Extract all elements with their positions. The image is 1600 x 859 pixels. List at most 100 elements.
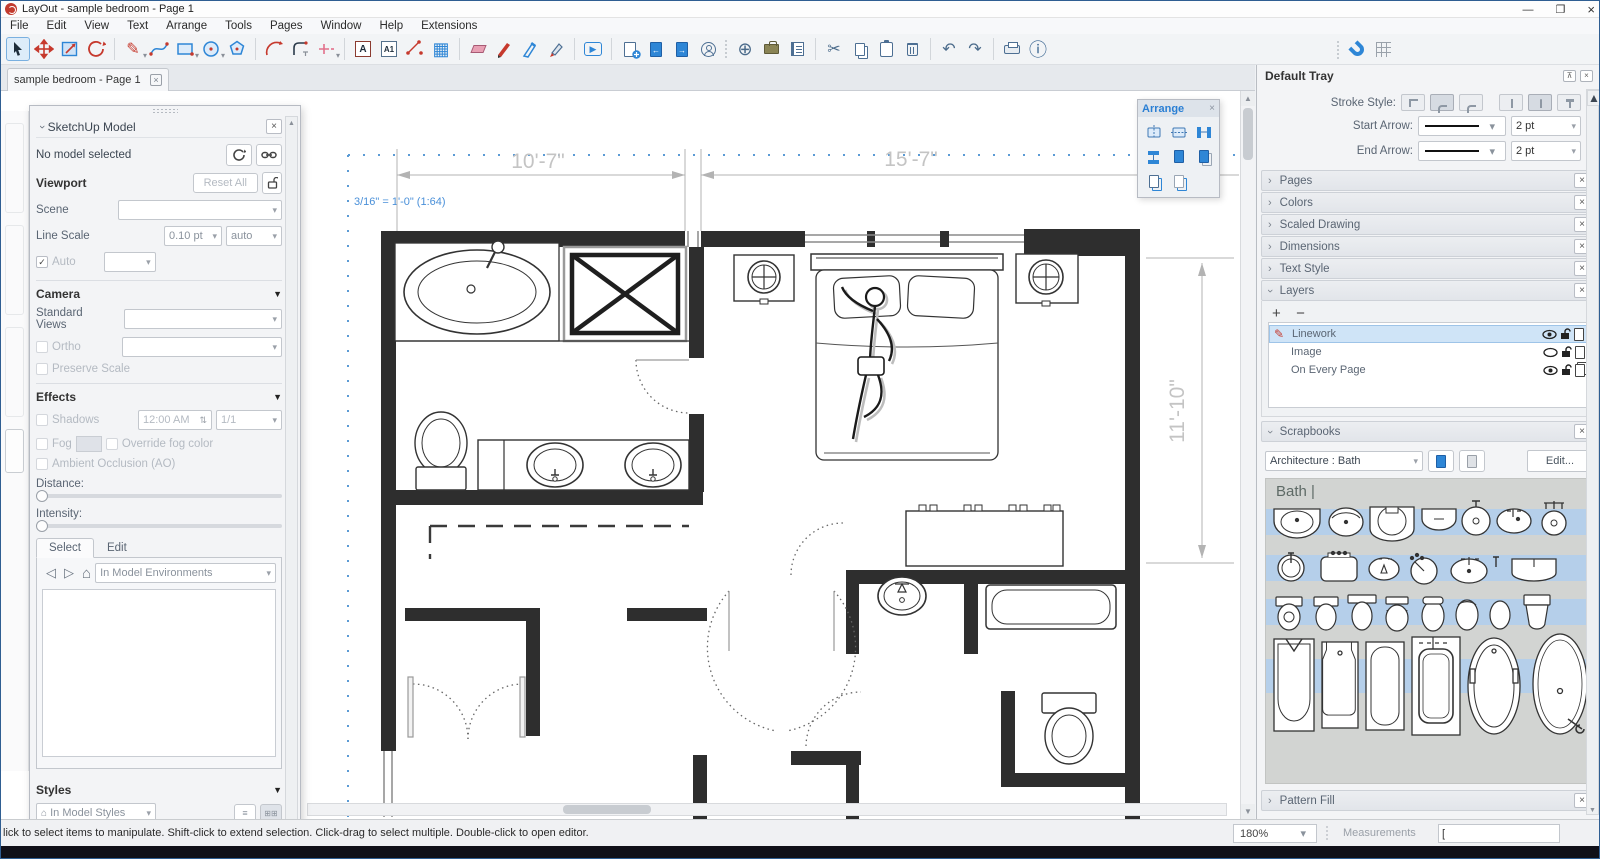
- join-miter-button[interactable]: [1401, 94, 1425, 111]
- home-icon[interactable]: ⌂: [82, 565, 91, 582]
- tray-close-icon[interactable]: ×: [1580, 70, 1593, 82]
- fog-checkbox[interactable]: [36, 438, 48, 450]
- start-arrow-size-dropdown[interactable]: 2 pt▾: [1511, 116, 1581, 136]
- scroll-down-icon[interactable]: ▼: [1587, 807, 1598, 814]
- section-dimensions[interactable]: ›Dimensions×: [1261, 236, 1597, 257]
- environments-dropdown[interactable]: In Model Environments▾: [95, 563, 276, 583]
- offset-tool-icon[interactable]: ▾: [314, 37, 338, 61]
- section-pattern-fill[interactable]: ›Pattern Fill×: [1261, 790, 1597, 811]
- ao-checkbox[interactable]: [36, 458, 48, 470]
- panel-scrollbar[interactable]: ▲ ▼: [285, 116, 298, 839]
- unlocked-icon[interactable]: [1560, 328, 1571, 340]
- tray-scrollbar[interactable]: ▲ ▼: [1586, 89, 1599, 815]
- account-icon[interactable]: [696, 37, 720, 61]
- send-to-back-icon[interactable]: [1167, 170, 1190, 193]
- tab-edit[interactable]: Edit: [94, 538, 140, 558]
- join-round-button[interactable]: [1430, 94, 1454, 111]
- unlocked-icon[interactable]: [1561, 346, 1572, 358]
- collapse-triangle-icon[interactable]: ▼: [273, 785, 282, 795]
- cut-icon[interactable]: ✂: [822, 37, 846, 61]
- center-horizontally-icon[interactable]: [1142, 120, 1165, 143]
- collapse-chevron-icon[interactable]: ›: [36, 125, 48, 129]
- scene-dropdown[interactable]: ▾: [118, 200, 282, 220]
- undo-icon[interactable]: ↶: [937, 37, 961, 61]
- space-vertically-icon[interactable]: [1142, 145, 1165, 168]
- override-fog-checkbox[interactable]: [106, 438, 118, 450]
- page-icon[interactable]: [1574, 328, 1584, 341]
- reset-all-button[interactable]: Reset All: [193, 173, 258, 193]
- zoom-tool-icon[interactable]: ⊕: [733, 37, 757, 61]
- scrollbar-thumb[interactable]: [563, 805, 651, 814]
- rectangle-tool-icon[interactable]: ▾: [173, 37, 197, 61]
- arrange-close-icon[interactable]: ×: [1209, 103, 1215, 114]
- table-tool-icon[interactable]: ▦: [429, 37, 453, 61]
- environments-list[interactable]: [42, 589, 276, 757]
- add-page-icon[interactable]: [618, 37, 642, 61]
- next-page-icon[interactable]: →: [670, 37, 694, 61]
- minimize-button[interactable]: —: [1523, 4, 1534, 16]
- link-model-button[interactable]: [256, 144, 282, 166]
- scroll-up-icon[interactable]: ▲: [286, 117, 297, 130]
- info-icon[interactable]: ⓘ: [1026, 37, 1050, 61]
- standard-views-dropdown[interactable]: ▾: [124, 309, 282, 329]
- visible-eye-icon[interactable]: [1542, 329, 1557, 340]
- cap-butt-button[interactable]: [1499, 94, 1523, 111]
- scroll-down-icon[interactable]: ▼: [1241, 804, 1255, 819]
- dimension-tool-icon[interactable]: [403, 37, 427, 61]
- fillet-tool-icon[interactable]: [288, 37, 312, 61]
- menu-arrange[interactable]: Arrange: [157, 20, 216, 32]
- end-arrow-style-dropdown[interactable]: ▾: [1418, 141, 1506, 161]
- start-arrow-style-dropdown[interactable]: ▾: [1418, 116, 1506, 136]
- paste-icon[interactable]: [874, 37, 898, 61]
- section-pages[interactable]: ›Pages×: [1261, 170, 1597, 191]
- menu-pages[interactable]: Pages: [261, 20, 312, 32]
- line-scale-mode-dropdown[interactable]: auto▾: [226, 226, 282, 246]
- shadow-date-dropdown[interactable]: 1/1▾: [216, 410, 282, 430]
- bring-to-front-icon[interactable]: [1167, 145, 1190, 168]
- fog-color-swatch[interactable]: [76, 436, 102, 452]
- tab-close-icon[interactable]: ×: [150, 74, 162, 86]
- preserve-scale-checkbox[interactable]: [36, 363, 48, 375]
- presentation-icon[interactable]: ▶: [581, 37, 605, 61]
- label-tool-icon[interactable]: A1: [377, 37, 401, 61]
- measurements-input[interactable]: [1438, 824, 1560, 843]
- send-backward-icon[interactable]: [1142, 170, 1165, 193]
- select-tool-icon[interactable]: [6, 37, 30, 61]
- auto-render-dropdown[interactable]: ▾: [104, 252, 156, 272]
- shadow-time-spinner[interactable]: 12:00 AM⇅: [138, 410, 212, 430]
- polygon-tool-icon[interactable]: [225, 37, 249, 61]
- menu-edit[interactable]: Edit: [38, 20, 76, 32]
- join-bevel-button[interactable]: [1459, 94, 1483, 111]
- scrollbar-thumb[interactable]: [1243, 108, 1253, 160]
- section-layers[interactable]: ›Layers×: [1261, 280, 1597, 301]
- add-layer-button[interactable]: +: [1272, 305, 1281, 322]
- section-text-style[interactable]: ›Text Style×: [1261, 258, 1597, 279]
- arrange-header[interactable]: Arrange ×: [1138, 100, 1219, 117]
- previous-page-icon[interactable]: ←: [644, 37, 668, 61]
- bring-forward-icon[interactable]: [1192, 145, 1215, 168]
- hidden-eye-icon[interactable]: [1543, 347, 1558, 358]
- scroll-up-icon[interactable]: ▲: [1241, 91, 1255, 106]
- shadows-checkbox[interactable]: [36, 414, 48, 426]
- panel-close-icon[interactable]: ×: [266, 119, 282, 134]
- menu-file[interactable]: File: [1, 20, 38, 32]
- circle-tool-icon[interactable]: ▾: [199, 37, 223, 61]
- end-arrow-size-dropdown[interactable]: 2 pt▾: [1511, 141, 1581, 161]
- spline-tool-icon[interactable]: [147, 37, 171, 61]
- shared-pages-icon[interactable]: [1575, 364, 1585, 377]
- scrapbook-preview[interactable]: Bath |: [1265, 478, 1593, 784]
- forward-icon[interactable]: ▷: [64, 565, 74, 581]
- scroll-up-icon[interactable]: ▲: [1587, 90, 1600, 106]
- close-button[interactable]: ×: [1587, 2, 1595, 17]
- lock-viewport-icon[interactable]: [262, 172, 282, 194]
- delete-icon[interactable]: [900, 37, 924, 61]
- collapse-triangle-icon[interactable]: ▼: [273, 289, 282, 299]
- redo-icon[interactable]: ↷: [963, 37, 987, 61]
- panel-header[interactable]: › SketchUp Model ×: [36, 116, 282, 138]
- cap-round-button[interactable]: [1528, 94, 1552, 111]
- layer-row-linework[interactable]: ✎ Linework: [1269, 325, 1589, 343]
- center-vertically-icon[interactable]: [1167, 120, 1190, 143]
- document-tab[interactable]: sample bedroom - Page 1 ×: [7, 68, 169, 91]
- eraser-tool-icon[interactable]: [466, 37, 490, 61]
- canvas-horizontal-scrollbar[interactable]: [307, 803, 1227, 816]
